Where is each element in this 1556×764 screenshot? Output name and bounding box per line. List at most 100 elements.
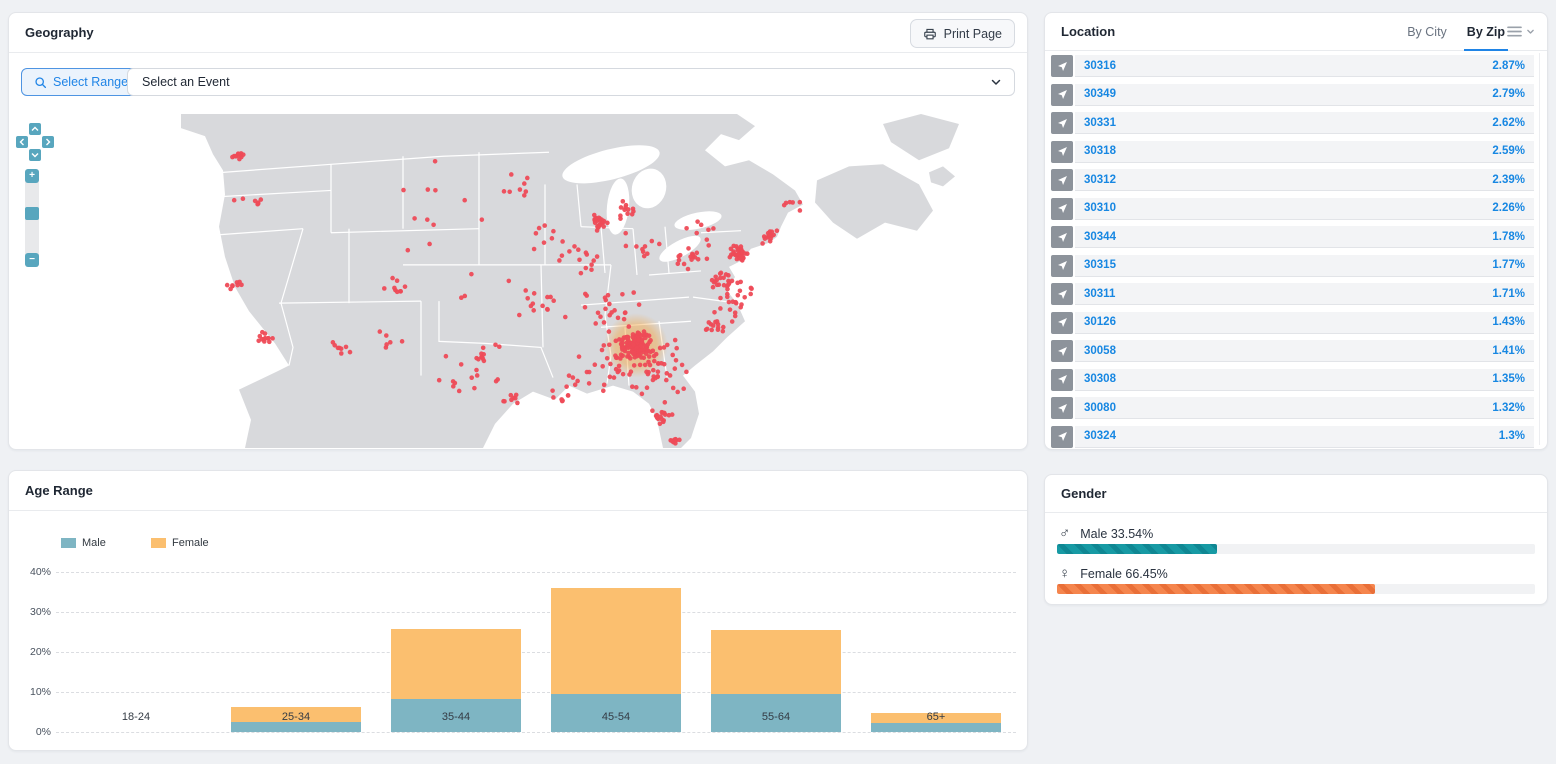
zip-row-bar: 30344 1.78% (1075, 226, 1534, 248)
pan-center (29, 136, 41, 148)
zip-percentage: 1.78% (1492, 231, 1525, 243)
zip-row-bar: 303151.77% (1075, 255, 1534, 277)
zip-link[interactable]: 30324 (1084, 430, 1116, 442)
navigate-icon[interactable] (1051, 397, 1073, 419)
zip-link[interactable]: 30312 (1084, 174, 1116, 186)
x-axis-label: 65+ (856, 711, 1016, 723)
zip-row: 303081.35% (1051, 369, 1534, 391)
pan-left-button[interactable] (16, 136, 28, 148)
tab-by-zip[interactable]: By Zip (1467, 13, 1505, 50)
pan-right-button[interactable] (42, 136, 54, 148)
navigate-icon[interactable] (1051, 312, 1073, 334)
zip-link[interactable]: 30126 (1084, 316, 1116, 328)
location-header: Location By CityBy Zip (1045, 13, 1547, 51)
zoom-in-button[interactable]: + (25, 169, 39, 183)
y-axis-tick: 30% (11, 606, 51, 618)
zip-percentage: 2.62% (1492, 117, 1525, 129)
zip-link[interactable]: 30310 (1084, 202, 1116, 214)
zip-row-bar: 30312 2.39% (1075, 169, 1534, 191)
print-page-button[interactable]: Print Page (910, 19, 1015, 48)
zip-percentage: 2.39% (1492, 174, 1525, 186)
navigate-icon[interactable] (1051, 198, 1073, 220)
navigate-icon[interactable] (1051, 255, 1073, 277)
chevron-down-icon (990, 76, 1002, 88)
male-label: Male 33.54% (1080, 527, 1153, 541)
zip-row-bar: 30058 1.41% (1075, 340, 1534, 362)
gender-header: Gender (1045, 475, 1547, 513)
zip-link[interactable]: 30331 (1084, 117, 1116, 129)
us-map[interactable] (181, 114, 1017, 448)
zip-row: 30310 2.26% (1051, 198, 1534, 220)
zip-percentage: 2.59% (1492, 145, 1525, 157)
search-icon (34, 76, 47, 89)
navigate-icon[interactable] (1051, 426, 1073, 448)
zip-row-bar: 303081.35% (1075, 369, 1534, 391)
zip-link[interactable]: 30318 (1084, 145, 1116, 157)
grid-line (56, 652, 1016, 653)
grid-line (56, 692, 1016, 693)
zip-link[interactable]: 30316 (1084, 60, 1116, 72)
bar-female-45-54[interactable] (551, 588, 681, 694)
select-range-label: Select Range (53, 75, 128, 89)
zip-link[interactable]: 30315 (1084, 259, 1116, 271)
x-axis-label: 35-44 (376, 711, 536, 723)
select-range-button[interactable]: Select Range (21, 68, 141, 96)
list-scrollbar-gutter[interactable] (1539, 53, 1540, 445)
zip-link[interactable]: 30344 (1084, 231, 1116, 243)
tab-by-city[interactable]: By City (1407, 13, 1447, 50)
zip-row: 30312 2.39% (1051, 169, 1534, 191)
zip-row: 300801.32% (1051, 397, 1534, 419)
navigate-icon[interactable] (1051, 169, 1073, 191)
grid-line (56, 732, 1016, 733)
zip-row-bar: 303162.87% (1075, 55, 1534, 77)
geography-title: Geography (25, 25, 94, 40)
female-progress-track (1057, 584, 1535, 594)
map-pan-control (16, 123, 54, 161)
zip-link[interactable]: 30058 (1084, 345, 1116, 357)
male-progress-track (1057, 544, 1535, 554)
y-axis-tick: 20% (11, 646, 51, 658)
bar-female-55-64[interactable] (711, 630, 841, 694)
female-icon: ♀ (1059, 566, 1070, 581)
zip-link[interactable]: 30349 (1084, 88, 1116, 100)
zip-percentage: 2.26% (1492, 202, 1525, 214)
navigate-icon[interactable] (1051, 283, 1073, 305)
female-progress-fill (1057, 584, 1375, 594)
x-axis-label: 55-64 (696, 711, 856, 723)
pan-down-button[interactable] (29, 149, 41, 161)
x-axis-label: 45-54 (536, 711, 696, 723)
x-axis-label: 25-34 (216, 711, 376, 723)
pan-up-button[interactable] (29, 123, 41, 135)
map-zoom-slider[interactable]: + − (25, 169, 39, 267)
gender-panel: Gender ♂ Male 33.54% ♀ Female 66.45% (1044, 474, 1548, 605)
navigate-icon[interactable] (1051, 369, 1073, 391)
bar-male-65+[interactable] (871, 723, 1001, 732)
bar-female-35-44[interactable] (391, 629, 521, 699)
navigate-icon[interactable] (1051, 55, 1073, 77)
navigate-icon[interactable] (1051, 141, 1073, 163)
grid-line (56, 612, 1016, 613)
zip-row: 303162.87% (1051, 55, 1534, 77)
zoom-slider-handle[interactable] (25, 207, 39, 220)
location-tabs: By City By Zip (1407, 13, 1505, 50)
female-label: Female 66.45% (1080, 567, 1168, 581)
zip-link[interactable]: 30080 (1084, 402, 1116, 414)
location-menu-button[interactable] (1507, 25, 1535, 38)
navigate-icon[interactable] (1051, 226, 1073, 248)
zoom-out-button[interactable]: − (25, 253, 39, 267)
navigate-icon[interactable] (1051, 112, 1073, 134)
male-row: ♂ Male 33.54% (1059, 526, 1153, 541)
zip-link[interactable]: 30308 (1084, 373, 1116, 385)
zip-row-bar: 30126 1.43% (1075, 312, 1534, 334)
navigate-icon[interactable] (1051, 340, 1073, 362)
zip-percentage: 1.43% (1492, 316, 1525, 328)
zip-link[interactable]: 30311 (1084, 288, 1115, 300)
zip-row-bar: 30310 2.26% (1075, 198, 1534, 220)
bar-male-25-34[interactable] (231, 722, 361, 732)
zip-row: 30318 2.59% (1051, 141, 1534, 163)
navigate-icon[interactable] (1051, 84, 1073, 106)
zip-percentage: 1.41% (1492, 345, 1525, 357)
y-axis-tick: 10% (11, 686, 51, 698)
event-select[interactable]: Select an Event (127, 68, 1015, 96)
zip-row-bar: 303111.71% (1075, 283, 1534, 305)
